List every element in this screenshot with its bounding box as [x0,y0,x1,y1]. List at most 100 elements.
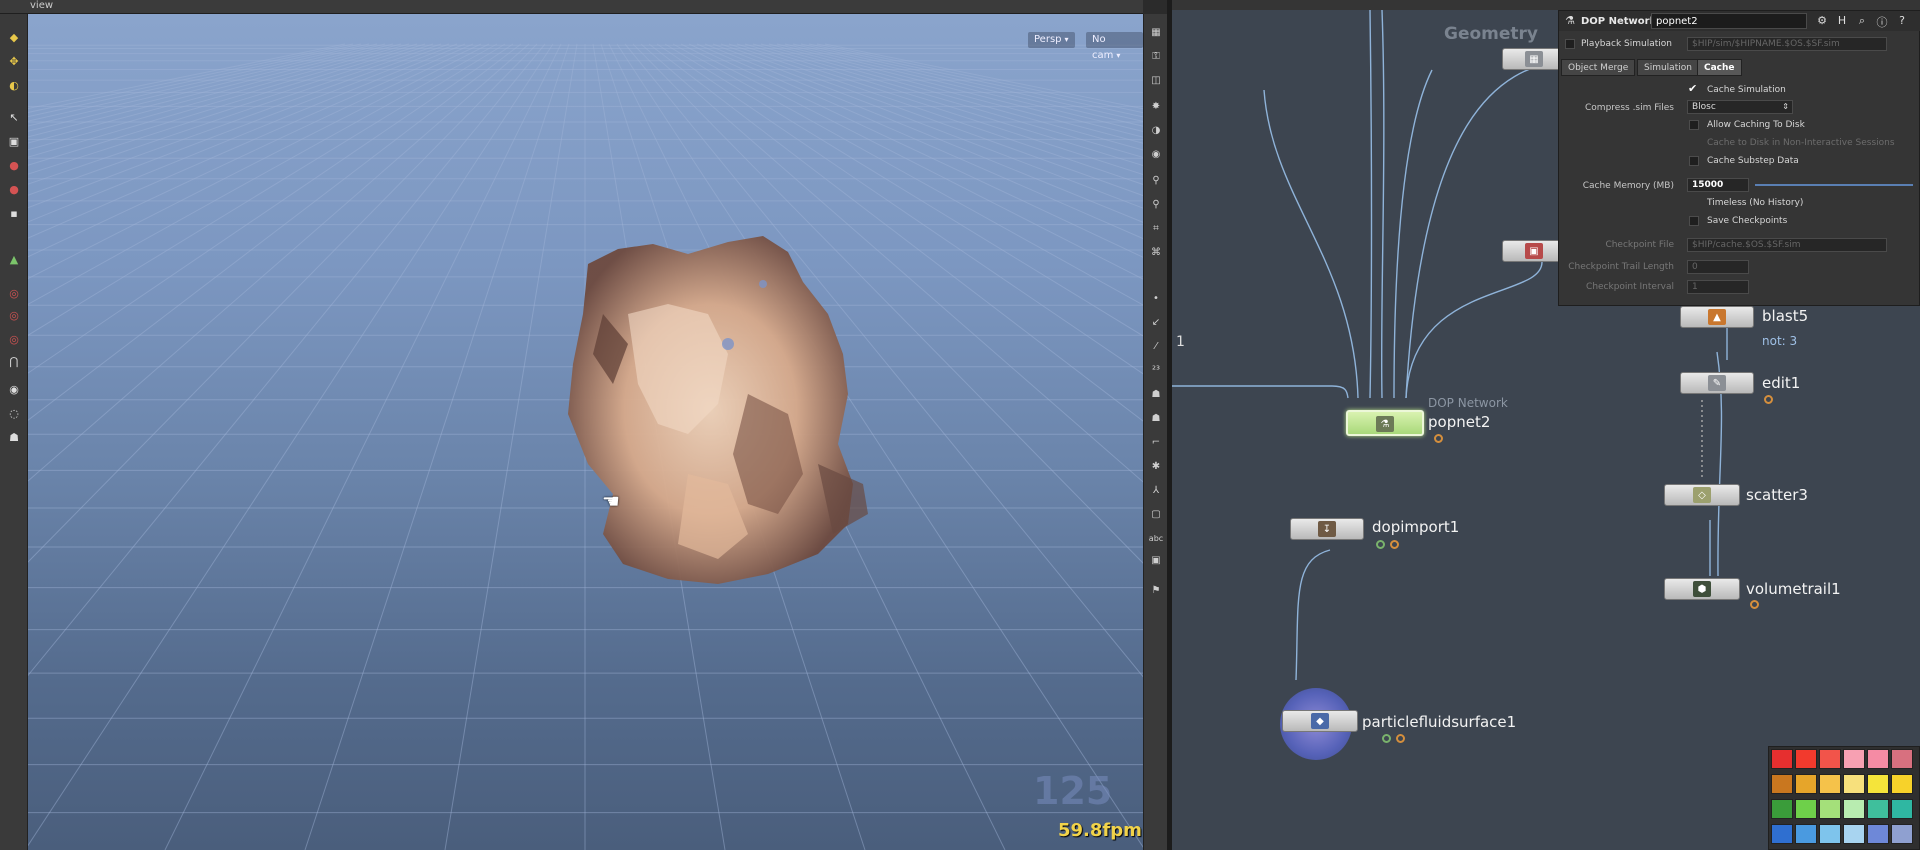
tab-simulation[interactable]: Simulation [1637,59,1699,76]
magnet-toggle-icon[interactable]: ⋂ [5,352,23,370]
color-swatch[interactable] [1819,774,1841,794]
object-merge-node[interactable]: ▦ [1502,48,1566,70]
snap-icon[interactable]: ▪ [5,204,23,222]
color-swatch[interactable] [1843,774,1865,794]
scatter3-name[interactable]: scatter3 [1746,486,1808,504]
origin-icon[interactable]: ✱ [1148,458,1164,474]
allow-caching-checkbox[interactable] [1689,120,1699,130]
color-swatch[interactable] [1867,774,1889,794]
camera-icon[interactable]: ◎ [5,284,23,302]
color-swatch[interactable] [1795,749,1817,769]
color-swatch[interactable] [1795,774,1817,794]
camera-persp-menu[interactable]: Persp ▾ [1028,32,1075,48]
tab-object-merge[interactable]: Object Merge [1561,59,1636,76]
primitive-icon[interactable]: ⌘ [1148,244,1164,260]
brush-icon[interactable]: ● [5,180,23,198]
tab-cache[interactable]: Cache [1697,59,1742,76]
cache-memory-field[interactable]: 15000 [1687,178,1749,192]
color-swatch[interactable] [1819,749,1841,769]
bounds-icon[interactable]: ⌐ [1148,434,1164,450]
color-swatch[interactable] [1819,824,1841,844]
cache-substep-checkbox[interactable] [1689,156,1699,166]
volumetrail1-name[interactable]: volumetrail1 [1746,580,1841,598]
transform-icon[interactable]: ✥ [5,52,23,70]
visibility-icon[interactable]: ◉ [1148,146,1164,162]
magnet-icon[interactable]: ▲ [5,250,23,268]
node-edit1[interactable]: ✎ [1680,372,1754,394]
light-icon[interactable]: ◎ [5,306,23,324]
color-swatch[interactable] [1819,799,1841,819]
ghost-icon[interactable]: ☗ [1148,410,1164,426]
orbit-icon[interactable]: ◌ [5,404,23,422]
wireframe-icon[interactable]: ☗ [1148,386,1164,402]
view-tool-icon[interactable]: ◉ [5,380,23,398]
node-particlefluidsurface1[interactable]: ◆ [1282,710,1358,732]
gear-icon[interactable]: ⚙ [1815,14,1829,28]
flipbook-icon[interactable]: ⚑ [1148,582,1164,598]
point-icon[interactable]: ⚲ [1148,172,1164,188]
camera-view-icon[interactable]: ◫ [1148,72,1164,88]
dop-import-node-top[interactable]: ▣ [1502,240,1566,262]
particlefluidsurface1-name[interactable]: particlefluidsurface1 [1362,713,1516,731]
node-volumetrail1[interactable]: ⬢ [1664,578,1740,600]
blast5-name[interactable]: blast5 [1762,307,1808,325]
select-icon[interactable]: ◆ [5,28,23,46]
viewport-tab[interactable]: view [30,0,53,11]
color-swatch[interactable] [1795,799,1817,819]
color-swatch[interactable] [1843,824,1865,844]
save-checkpoints-checkbox[interactable] [1689,216,1699,226]
cache-memory-slider[interactable] [1755,184,1913,186]
vertex-icon[interactable]: ⚲ [1148,196,1164,212]
popnet2-name[interactable]: popnet2 [1428,413,1490,431]
light-link-icon[interactable]: ✸ [1148,98,1164,114]
help-icon[interactable]: ? [1895,14,1909,28]
pose-icon[interactable]: ● [5,156,23,174]
color-swatch[interactable] [1891,799,1913,819]
frame-icon[interactable]: ²³ [1148,362,1164,378]
color-swatch[interactable] [1891,774,1913,794]
color-swatch[interactable] [1771,749,1793,769]
search-icon[interactable]: ⌕ [1855,14,1869,28]
color-swatch[interactable] [1891,749,1913,769]
color-swatch[interactable] [1867,799,1889,819]
lock-icon[interactable]: ⚿ [1148,48,1164,64]
shading-icon[interactable]: ◑ [1148,122,1164,138]
node-popnet2[interactable]: ⚗ [1346,410,1424,436]
color-swatch[interactable] [1843,799,1865,819]
edge-icon[interactable]: ⌗ [1148,220,1164,236]
playback-path-field[interactable]: $HIP/sim/$HIPNAME.$OS.$SF.sim [1687,37,1887,51]
camera-select-menu[interactable]: No cam ▾ [1086,32,1143,61]
edit1-name[interactable]: edit1 [1762,374,1800,392]
info-icon[interactable]: ⓘ [1875,14,1889,29]
snapshot-icon[interactable]: ▣ [1148,552,1164,568]
checkpoint-interval-field[interactable]: 1 [1687,280,1749,294]
rotate-icon[interactable]: ◐ [5,76,23,94]
color-swatch[interactable] [1795,824,1817,844]
node-blast5[interactable]: ▲ [1680,306,1754,328]
color-swatch[interactable] [1867,824,1889,844]
parameter-edit-icon[interactable]: H [1835,14,1849,28]
dopimport1-name[interactable]: dopimport1 [1372,518,1459,536]
color-swatch[interactable] [1771,824,1793,844]
playback-simulation-checkbox[interactable] [1565,39,1575,49]
scale-icon[interactable]: ↖ [5,108,23,126]
handle-icon[interactable]: ▣ [5,132,23,150]
color-swatch[interactable] [1771,799,1793,819]
grid-icon[interactable]: ⁄ [1148,338,1164,354]
display-icon[interactable]: ☗ [5,428,23,446]
display-options-icon[interactable]: ▦ [1148,24,1164,40]
scene-viewport[interactable]: Persp ▾ No cam ▾ ☚ 125 59.8fpm [28,14,1143,850]
uv-icon[interactable]: ↙ [1148,314,1164,330]
node-dopimport1[interactable]: ↧ [1290,518,1364,540]
node-scatter3[interactable]: ◇ [1664,484,1740,506]
color-swatch[interactable] [1843,749,1865,769]
abc-icon[interactable]: abc [1148,530,1164,546]
checkpoint-file-field[interactable]: $HIP/cache.$OS.$SF.sim [1687,238,1887,252]
render-icon[interactable]: ◎ [5,330,23,348]
safe-area-icon[interactable]: ▢ [1148,506,1164,522]
color-swatch[interactable] [1771,774,1793,794]
axis-icon[interactable]: ⅄ [1148,482,1164,498]
cache-simulation-check-icon[interactable]: ✔ [1688,82,1697,95]
compress-select[interactable]: Blosc ⇕ [1687,100,1793,114]
normal-icon[interactable]: • [1148,290,1164,306]
